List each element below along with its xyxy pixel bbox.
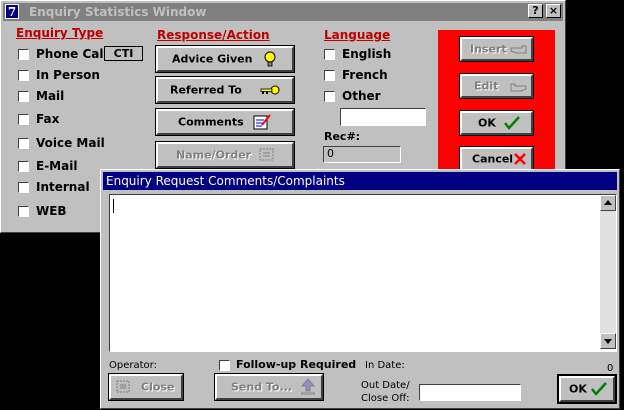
red-x-icon xyxy=(514,153,526,165)
comments-button[interactable]: Comments xyxy=(155,108,295,136)
label-voice-mail: Voice Mail xyxy=(36,136,105,150)
advice-given-button[interactable]: Advice Given xyxy=(155,45,295,73)
language-heading: Language xyxy=(324,28,391,42)
label-other: Other xyxy=(342,89,381,103)
cancel-button[interactable]: Cancel xyxy=(459,146,534,172)
rec-number-label: Rec#: xyxy=(324,130,361,143)
checkbox-english[interactable] xyxy=(324,49,335,60)
cancel-label: Cancel xyxy=(472,152,514,166)
label-e-mail: E-Mail xyxy=(36,159,78,173)
system-menu-icon[interactable]: 7 xyxy=(5,4,19,19)
label-english: English xyxy=(342,47,392,61)
send-to-label: Send To... xyxy=(231,380,293,394)
rec-number-field: 0 xyxy=(323,146,401,163)
other-language-input[interactable] xyxy=(340,108,426,126)
checkbox-french[interactable] xyxy=(324,70,335,81)
scroll-up-button[interactable] xyxy=(600,195,616,211)
comments-ok-label: OK xyxy=(569,382,587,396)
label-in-person: In Person xyxy=(36,68,100,82)
label-french: French xyxy=(342,68,388,82)
close-button[interactable]: Close xyxy=(108,373,184,401)
pointing-hand-icon xyxy=(510,45,527,54)
checkbox-in-person[interactable] xyxy=(18,70,29,81)
checkbox-internal[interactable] xyxy=(18,182,29,193)
advice-given-label: Advice Given xyxy=(172,52,253,66)
checkbox-other[interactable] xyxy=(324,91,335,102)
out-date-label: Out Date/ xyxy=(361,380,410,391)
edit-label: Edit xyxy=(474,79,499,93)
scroll-down-arrow-icon xyxy=(604,339,612,344)
out-date-input[interactable] xyxy=(419,384,521,401)
comments-label: Comments xyxy=(178,115,244,129)
ok-button[interactable]: OK xyxy=(459,110,534,136)
checkmark-icon xyxy=(504,116,520,130)
character-counter: 0 xyxy=(607,363,614,374)
label-mail: Mail xyxy=(36,89,65,103)
statistics-title-bar[interactable]: 7 Enquiry Statistics Window ? × xyxy=(3,3,563,21)
vertical-scrollbar[interactable] xyxy=(600,195,616,349)
response-action-heading: Response/Action xyxy=(157,28,270,42)
name-order-button[interactable]: Name/Order xyxy=(155,141,295,169)
close-window-button[interactable]: × xyxy=(546,4,561,18)
enquiry-type-heading: Enquiry Type xyxy=(16,26,104,40)
referred-to-label: Referred To xyxy=(170,83,242,97)
notepad-icon xyxy=(253,114,271,130)
name-order-label: Name/Order xyxy=(176,148,252,162)
scroll-down-button[interactable] xyxy=(600,333,616,349)
list-icon xyxy=(259,148,274,161)
key-icon xyxy=(260,85,280,95)
checkbox-fax[interactable] xyxy=(18,114,29,125)
send-to-button[interactable]: Send To... xyxy=(214,373,324,401)
comments-textarea[interactable] xyxy=(109,194,617,352)
operator-label: Operator: xyxy=(109,360,157,371)
insert-button[interactable]: Insert xyxy=(459,36,534,62)
checkbox-voice-mail[interactable] xyxy=(18,138,29,149)
checkbox-follow-up[interactable] xyxy=(219,360,230,371)
label-internal: Internal xyxy=(36,180,90,194)
label-phone-call: Phone Call xyxy=(36,47,108,61)
checkbox-web[interactable] xyxy=(18,206,29,217)
cti-button[interactable]: CTI xyxy=(104,46,143,61)
label-fax: Fax xyxy=(36,112,60,126)
checkmark-icon xyxy=(591,382,607,396)
close-door-icon xyxy=(116,380,130,393)
checkbox-e-mail[interactable] xyxy=(18,161,29,172)
statistics-window-title: Enquiry Statistics Window xyxy=(29,5,207,19)
edit-hand-icon xyxy=(510,83,527,92)
edit-button[interactable]: Edit xyxy=(459,73,534,99)
label-web: WEB xyxy=(36,204,67,218)
label-follow-up: Follow-up Required xyxy=(236,358,357,371)
text-cursor xyxy=(113,199,114,213)
comments-window-title: Enquiry Request Comments/Complaints xyxy=(106,174,345,188)
checkbox-mail[interactable] xyxy=(18,91,29,102)
ok-label: OK xyxy=(478,116,496,130)
close-off-label: Close Off: xyxy=(361,393,410,404)
lightbulb-icon xyxy=(264,51,276,67)
comments-title-bar[interactable]: Enquiry Request Comments/Complaints xyxy=(103,172,617,190)
insert-label: Insert xyxy=(470,42,507,56)
help-button[interactable]: ? xyxy=(528,4,543,18)
scroll-up-arrow-icon xyxy=(604,200,612,205)
checkbox-phone-call[interactable] xyxy=(18,49,29,60)
comments-complaints-window: Enquiry Request Comments/Complaints Oper… xyxy=(100,169,620,409)
close-label: Close xyxy=(141,380,175,394)
comments-ok-button[interactable]: OK xyxy=(557,374,617,404)
referred-to-button[interactable]: Referred To xyxy=(155,76,295,104)
in-date-label: In Date: xyxy=(365,360,405,371)
send-arrow-icon xyxy=(300,378,316,395)
